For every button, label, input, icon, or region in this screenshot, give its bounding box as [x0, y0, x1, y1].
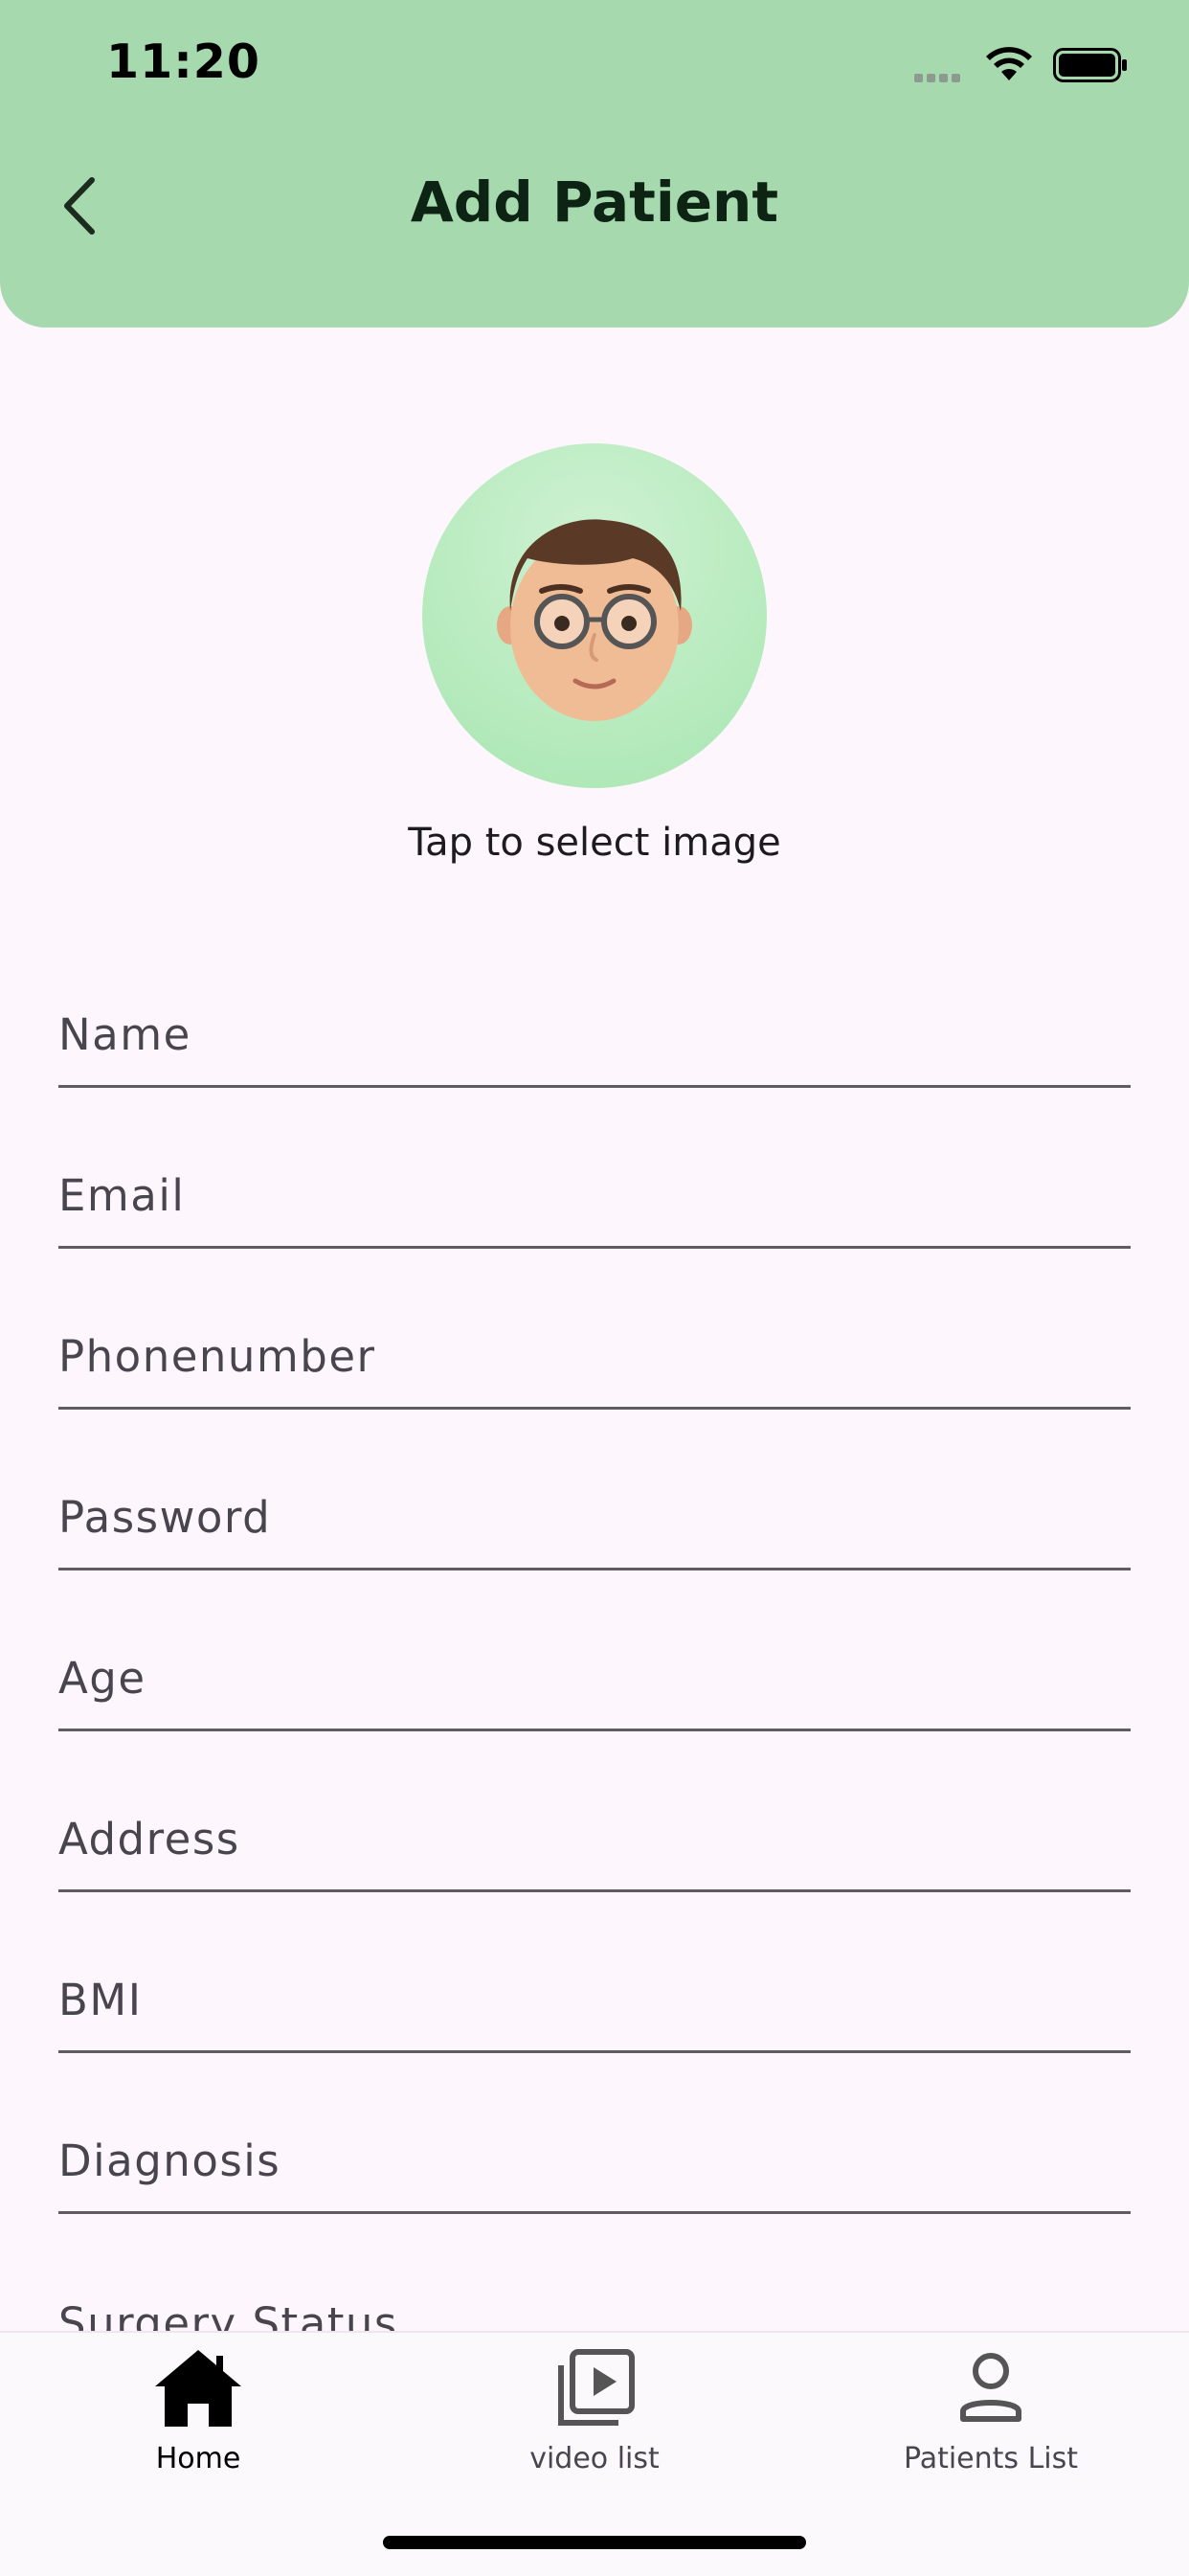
- nav-label-home: Home: [155, 2442, 241, 2475]
- email-field[interactable]: [58, 1088, 1131, 1249]
- password-input[interactable]: [58, 1410, 1131, 1568]
- app-header: 11:20 Add Patient: [0, 0, 1189, 328]
- home-indicator: [383, 2536, 806, 2549]
- person-icon: [960, 2353, 1021, 2422]
- bmi-field[interactable]: [58, 1892, 1131, 2053]
- email-input[interactable]: [58, 1088, 1131, 1246]
- nav-label-patients-list: Patients List: [903, 2442, 1079, 2475]
- password-field[interactable]: [58, 1410, 1131, 1570]
- status-time: 11:20: [106, 34, 260, 89]
- address-input[interactable]: [58, 1731, 1131, 1889]
- cellular-signal-icon: [914, 68, 964, 86]
- address-field[interactable]: [58, 1731, 1131, 1892]
- nav-item-patients-list[interactable]: Patients List: [793, 2333, 1189, 2476]
- age-field[interactable]: [58, 1570, 1131, 1731]
- diagnosis-input[interactable]: [58, 2053, 1131, 2211]
- phonenumber-field[interactable]: [58, 1249, 1131, 1410]
- nav-label-video-list: video list: [529, 2442, 660, 2475]
- avatar-picker[interactable]: [422, 443, 767, 788]
- home-icon: [155, 2350, 241, 2427]
- age-input[interactable]: [58, 1570, 1131, 1729]
- page-title: Add Patient: [410, 169, 779, 235]
- name-field[interactable]: [58, 927, 1131, 1088]
- nav-item-home[interactable]: Home: [0, 2333, 396, 2476]
- diagnosis-field[interactable]: [58, 2053, 1131, 2214]
- bmi-input[interactable]: [58, 1892, 1131, 2050]
- wifi-icon: [986, 47, 1032, 80]
- video-library-icon: [558, 2349, 635, 2426]
- name-input[interactable]: [58, 927, 1131, 1085]
- phonenumber-input[interactable]: [58, 1249, 1131, 1407]
- memoji-avatar-icon: [497, 519, 692, 721]
- avatar-hint: Tap to select image: [408, 821, 781, 865]
- battery-icon: [1053, 48, 1127, 82]
- nav-item-video-list[interactable]: video list: [396, 2333, 793, 2476]
